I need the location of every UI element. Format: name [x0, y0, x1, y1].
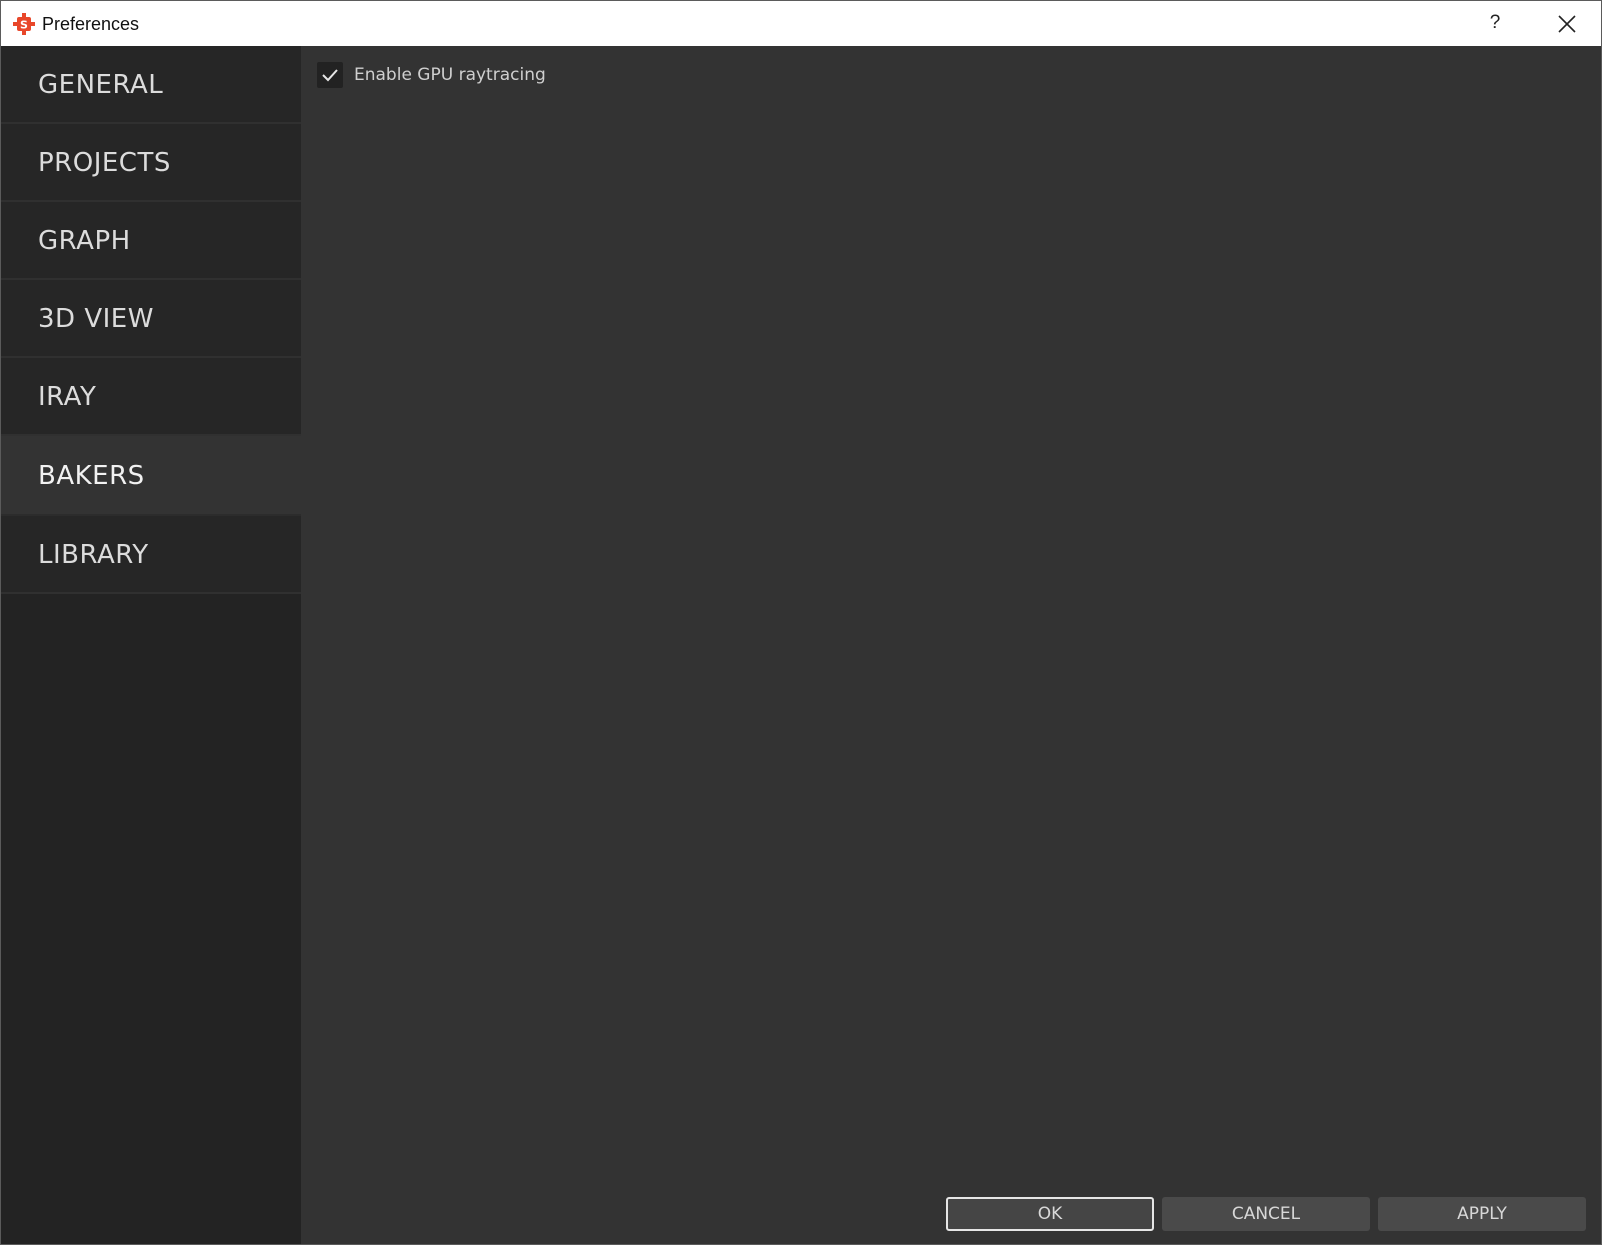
sidebar-item-label: IRAY	[38, 382, 97, 412]
sidebar-item-label: LIBRARY	[38, 540, 149, 570]
sidebar-item-library[interactable]: LIBRARY	[1, 516, 301, 594]
sidebar-item-graph[interactable]: GRAPH	[1, 202, 301, 280]
sidebar-item-3d-view[interactable]: 3D VIEW	[1, 280, 301, 358]
sidebar-item-general[interactable]: GENERAL	[1, 46, 301, 124]
apply-button[interactable]: APPLY	[1378, 1197, 1586, 1231]
sidebar-item-label: 3D VIEW	[38, 304, 154, 334]
sidebar-item-projects[interactable]: PROJECTS	[1, 124, 301, 202]
ok-button[interactable]: OK	[946, 1197, 1154, 1231]
cancel-button[interactable]: CANCEL	[1162, 1197, 1370, 1231]
sidebar-item-label: PROJECTS	[38, 148, 171, 178]
sidebar-item-bakers[interactable]: BAKERS	[1, 436, 301, 516]
bakers-settings-panel: Enable GPU raytracing OK CANCEL APPLY	[301, 46, 1601, 1244]
sidebar-item-label: GRAPH	[38, 226, 131, 256]
title-bar[interactable]: S Preferences ?	[1, 1, 1601, 46]
preferences-dialog: S Preferences ? GENERAL PROJECTS GRAPH 3…	[0, 0, 1602, 1245]
preferences-sidebar: GENERAL PROJECTS GRAPH 3D VIEW IRAY BAKE…	[1, 46, 301, 1244]
checkmark-icon	[322, 69, 338, 82]
svg-text:S: S	[20, 19, 28, 32]
gpu-raytracing-checkbox[interactable]	[317, 62, 343, 88]
sidebar-item-label: BAKERS	[38, 461, 145, 491]
window-title: Preferences	[42, 14, 140, 34]
substance-designer-icon: S	[13, 13, 35, 35]
close-icon	[1558, 15, 1576, 33]
sidebar-item-label: GENERAL	[38, 70, 164, 100]
close-button[interactable]	[1549, 7, 1585, 41]
sidebar-item-iray[interactable]: IRAY	[1, 358, 301, 436]
help-button[interactable]: ?	[1479, 7, 1511, 39]
gpu-raytracing-label: Enable GPU raytracing	[354, 65, 546, 85]
